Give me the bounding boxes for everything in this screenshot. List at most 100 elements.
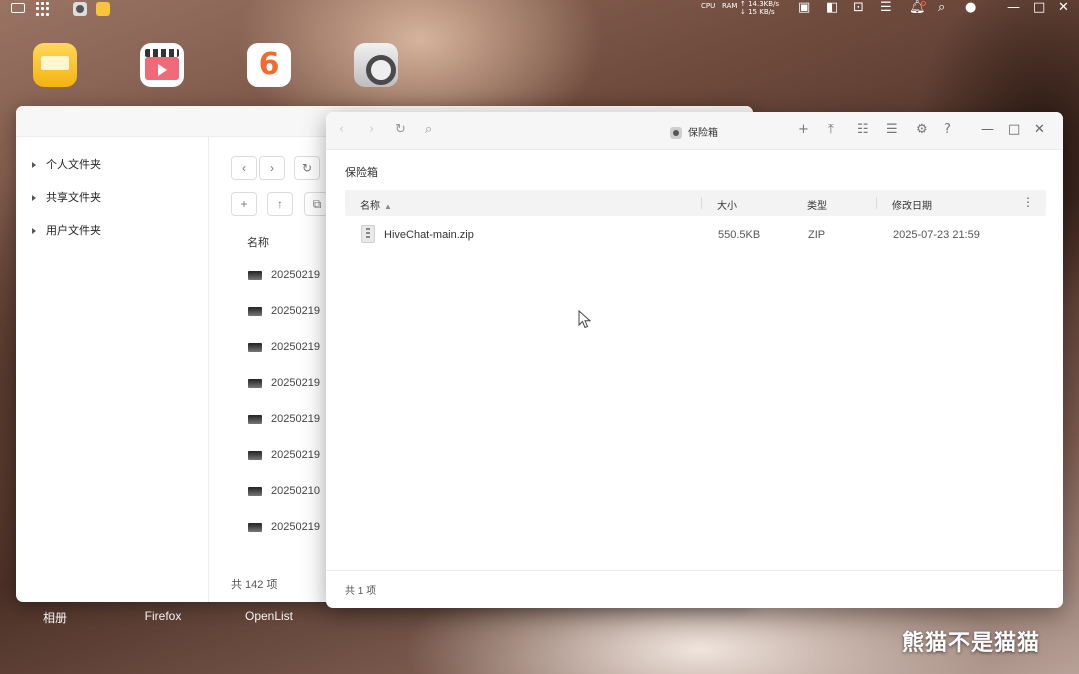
nav-forward-icon[interactable]: › (369, 123, 374, 137)
image-thumbnail-icon (248, 414, 262, 424)
column-header-modified[interactable]: 修改日期 (892, 197, 932, 212)
list-item[interactable]: 20250219 (248, 341, 338, 355)
sort-icon[interactable]: ☰ (886, 123, 898, 137)
table-header: 名称 ▲ 大小 类型 修改日期 ⋮ (345, 190, 1046, 216)
ram-label: RAM (722, 2, 738, 10)
file-size: 550.5KB (718, 229, 761, 241)
image-thumbnail-icon (248, 522, 262, 532)
user-icon[interactable]: ● (965, 1, 976, 15)
image-thumbnail-icon (248, 270, 262, 280)
list-item-label: 20250219 (271, 377, 320, 389)
item-count: 共 1 项 (345, 586, 377, 597)
caret-right-icon (32, 195, 36, 202)
add-icon[interactable]: + (798, 123, 809, 137)
top-bar: CPU RAM ↑ 14.3KB/s ↓ 15 KB/s ▣ ◧ ⊡ ☰ 🔔︎ … (0, 0, 1079, 18)
column-header-name[interactable]: 名称 ▲ (360, 197, 392, 212)
net-up-speed: ↑ 14.3KB/s (740, 0, 780, 8)
file-manager-sidebar: 个人文件夹 共享文件夹 用户文件夹 (16, 137, 209, 602)
close-icon[interactable]: ✕ (1058, 1, 1069, 15)
sidebar-item-label: 用户文件夹 (46, 225, 101, 237)
list-item-label: 20250219 (271, 413, 320, 425)
back-button[interactable]: ‹ (231, 156, 257, 180)
file-manager-app-icon[interactable] (96, 2, 110, 16)
sidebar-item-label: 共享文件夹 (46, 192, 101, 204)
column-header-size[interactable]: 大小 (717, 197, 737, 212)
settings-icon[interactable]: ⚙ (916, 123, 928, 137)
notification-dot (921, 1, 926, 6)
list-item-label: 20250219 (271, 341, 320, 353)
image-thumbnail-icon (248, 450, 262, 460)
minimize-icon[interactable]: — (1007, 1, 1020, 15)
column-divider[interactable] (876, 197, 877, 209)
list-item[interactable]: 20250219 (248, 269, 338, 283)
sidebar-item-label: 个人文件夹 (46, 159, 101, 171)
column-header-label: 名称 (360, 201, 380, 212)
sidebar-item-users[interactable]: 用户文件夹 (32, 222, 101, 238)
play-icon (158, 64, 167, 76)
widget-icon[interactable]: ▣ (798, 1, 810, 15)
column-divider[interactable] (701, 197, 702, 209)
image-thumbnail-icon (248, 378, 262, 388)
list-item[interactable]: 20250219 (248, 305, 338, 319)
safe-app-icon[interactable] (354, 43, 398, 87)
control-icon[interactable]: ☰ (880, 1, 892, 15)
footer-divider (326, 570, 1063, 571)
list-view-icon[interactable]: ☷ (857, 123, 869, 137)
maximize-icon[interactable]: □ (1008, 123, 1020, 137)
table-row[interactable]: HiveChat-main.zip 550.5KB ZIP 2025-07-23… (345, 222, 1046, 248)
list-item-label: 20250219 (271, 521, 320, 533)
desktop-label-openlist[interactable]: OpenList (224, 609, 314, 623)
screen-icon[interactable]: ⊡ (853, 1, 864, 15)
list-item[interactable]: 20250219 (248, 521, 338, 535)
window-title: 保险箱 (670, 124, 718, 140)
list-item-label: 20250219 (271, 449, 320, 461)
upload-icon[interactable]: ⤒ (828, 123, 834, 137)
file-type: ZIP (808, 229, 826, 241)
breadcrumb[interactable]: 保险箱 (345, 164, 378, 180)
minimize-icon[interactable]: — (981, 123, 994, 137)
safe-box-icon (670, 127, 682, 140)
add-button[interactable]: + (231, 192, 257, 216)
safe-box-app-icon[interactable] (73, 2, 87, 16)
list-item-label: 20250210 (271, 485, 320, 497)
column-header-name[interactable]: 名称 (247, 234, 269, 250)
desktop-label-firefox[interactable]: Firefox (118, 609, 208, 623)
list-item[interactable]: 20250219 (248, 377, 338, 391)
close-icon[interactable]: ✕ (1034, 123, 1045, 137)
list-item-label: 20250219 (271, 305, 320, 317)
caret-right-icon (32, 162, 36, 169)
caret-right-icon (32, 228, 36, 235)
safe-box-window: ‹ › ↻ ⌕ 保险箱 + ⤒ ☷ ☰ ⚙ ? — □ ✕ 保险箱 名称 ▲ 大小… (326, 112, 1063, 608)
more-options-icon[interactable]: ⋮ (1022, 195, 1034, 209)
refresh-button[interactable]: ↻ (294, 156, 320, 180)
refresh-icon[interactable]: ↻ (395, 123, 406, 137)
search-icon[interactable]: ⌕ (938, 1, 945, 15)
image-thumbnail-icon (248, 306, 262, 316)
six-app-icon[interactable]: 6 (247, 43, 291, 87)
layout-icon[interactable]: ◧ (826, 1, 838, 15)
app-grid-icon[interactable] (36, 2, 50, 16)
nav-back-icon[interactable]: ‹ (339, 123, 344, 137)
image-thumbnail-icon (248, 486, 262, 496)
file-name: HiveChat-main.zip (384, 229, 474, 241)
upload-button[interactable]: ↑ (267, 192, 293, 216)
file-modified: 2025-07-23 21:59 (893, 229, 980, 241)
search-icon[interactable]: ⌕ (425, 123, 432, 137)
net-down-speed: ↓ 15 KB/s (740, 8, 775, 16)
list-item[interactable]: 20250210 (248, 485, 338, 499)
sidebar-item-shared[interactable]: 共享文件夹 (32, 189, 101, 205)
folder-app-icon[interactable] (33, 43, 77, 87)
safe-box-titlebar: ‹ › ↻ ⌕ 保险箱 + ⤒ ☷ ☰ ⚙ ? — □ ✕ (326, 112, 1063, 150)
maximize-icon[interactable]: □ (1033, 1, 1045, 15)
monitor-icon[interactable] (11, 3, 25, 13)
forward-button[interactable]: › (259, 156, 285, 180)
window-title-text: 保险箱 (688, 128, 718, 139)
column-header-type[interactable]: 类型 (807, 197, 827, 212)
list-item[interactable]: 20250219 (248, 413, 338, 427)
sidebar-item-personal[interactable]: 个人文件夹 (32, 156, 101, 172)
list-item[interactable]: 20250219 (248, 449, 338, 463)
watermark: 熊猫不是猫猫 (902, 631, 1041, 656)
desktop-label-album[interactable]: 相册 (10, 609, 100, 626)
network-speed: ↑ 14.3KB/s ↓ 15 KB/s (740, 0, 779, 16)
help-icon[interactable]: ? (944, 123, 951, 137)
